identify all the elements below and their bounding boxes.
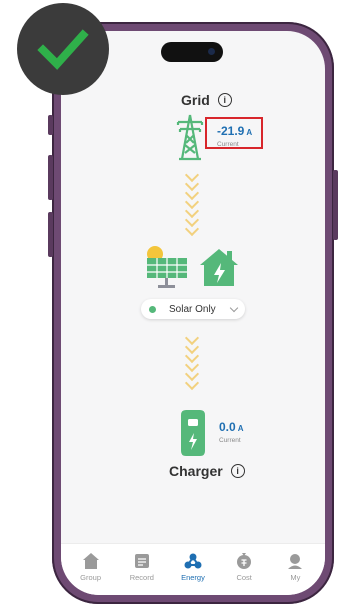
nav-label: Cost — [236, 573, 252, 582]
grid-current-value: -21.9 — [217, 124, 245, 138]
flow-chevron — [184, 375, 200, 391]
status-dot — [149, 305, 156, 313]
nav-item-group[interactable]: Group — [67, 552, 115, 595]
mode-selector[interactable]: Solar Only — [141, 299, 245, 319]
mode-selected-label: Solar Only — [169, 303, 216, 315]
nav-item-my[interactable]: My — [271, 552, 319, 595]
profile-icon — [288, 554, 303, 569]
charger-current-reading: 0.0 A Current — [219, 418, 243, 445]
bottom-nav: Group Record Energy Cost My — [61, 543, 325, 595]
nav-item-cost[interactable]: Cost — [220, 552, 268, 595]
solar-panel-icon — [147, 246, 187, 288]
camera-icon — [208, 48, 215, 55]
grid-current-caption: Current — [217, 141, 239, 148]
checkmark-icon — [37, 29, 89, 70]
charger-title: Charger — [169, 463, 223, 479]
record-icon — [134, 554, 149, 568]
info-icon[interactable]: i — [230, 464, 245, 478]
grid-header: Grid i — [181, 92, 232, 108]
energy-flow-top — [184, 167, 200, 237]
grid-title: Grid — [181, 92, 210, 108]
charger-header: Charger i — [169, 463, 245, 479]
nav-label: Energy — [181, 573, 205, 582]
energy-flow-bottom — [184, 330, 200, 391]
transmission-tower-icon — [176, 114, 204, 161]
charger-current-value: 0.0 — [219, 420, 236, 434]
nav-label: My — [290, 573, 301, 582]
house-icon — [82, 553, 99, 569]
flow-chevron — [184, 221, 200, 237]
checkmark-badge — [17, 3, 109, 95]
cost-icon — [237, 553, 252, 569]
nav-label: Group — [80, 573, 102, 582]
nav-item-record[interactable]: Record — [118, 552, 166, 595]
info-icon[interactable]: i — [217, 93, 232, 107]
ev-charger-icon — [181, 410, 205, 456]
phone-screen: Grid i -21.9 A Current Solar Only 0.0 A … — [61, 31, 325, 595]
charger-current-caption: Current — [219, 437, 241, 444]
phone-volume-down — [48, 212, 53, 257]
nav-label: Record — [129, 573, 154, 582]
house-icon — [200, 249, 238, 286]
charger-current-unit: A — [237, 424, 244, 433]
nav-item-energy[interactable]: Energy — [169, 552, 217, 595]
phone-side-button — [48, 115, 53, 135]
dynamic-island — [161, 42, 223, 62]
energy-icon — [184, 553, 202, 569]
phone-power-button — [333, 170, 338, 240]
app-stage: Grid i -21.9 A Current Solar Only 0.0 A … — [0, 0, 339, 609]
chevron-down-icon — [229, 303, 239, 312]
phone-volume-up — [48, 155, 53, 200]
grid-current-unit: A — [246, 128, 253, 137]
grid-current-reading: -21.9 A Current — [205, 117, 263, 149]
